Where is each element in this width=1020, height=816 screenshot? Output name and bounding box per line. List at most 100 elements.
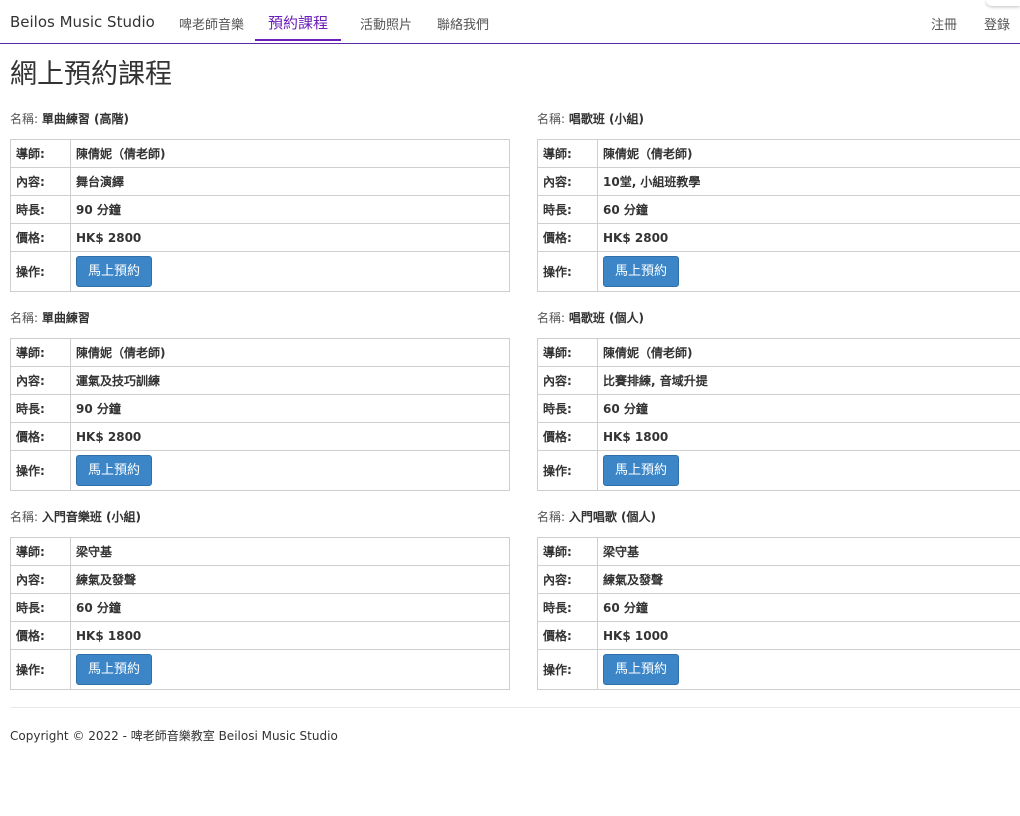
course-name-label: 名稱:	[10, 510, 39, 524]
teacher-label: 導師:	[537, 139, 598, 168]
content-value: 比賽排練, 音域升提	[597, 366, 1020, 395]
table-row: 操作: 馬上預約	[10, 450, 510, 491]
price-label: 價格:	[537, 621, 598, 650]
price-label: 價格:	[10, 422, 71, 451]
nav-link-register[interactable]: 注冊	[931, 14, 957, 33]
price-value: HK$ 1800	[70, 621, 510, 650]
course-card: 名稱: 唱歌班 (小組) 導師: 陳倩妮（倩老師) 內容: 10堂, 小組班教學…	[537, 99, 1020, 292]
book-now-button[interactable]: 馬上預約	[76, 654, 153, 685]
price-value: HK$ 1000	[597, 621, 1020, 650]
teacher-value: 梁守基	[70, 537, 510, 566]
book-now-button[interactable]: 馬上預約	[603, 654, 680, 685]
table-row: 導師: 梁守基	[10, 537, 510, 566]
course-card: 名稱: 單曲練習 導師: 陳倩妮（倩老師) 內容: 運氣及技巧訓練 時長: 90…	[10, 298, 510, 491]
course-details-table: 導師: 陳倩妮（倩老師) 內容: 比賽排練, 音域升提 時長: 60 分鐘 價格…	[537, 338, 1020, 491]
duration-label: 時長:	[537, 195, 598, 224]
table-row: 導師: 陳倩妮（倩老師)	[10, 338, 510, 367]
brand-link[interactable]: Beilos Music Studio	[10, 13, 155, 31]
table-row: 內容: 運氣及技巧訓練	[10, 366, 510, 395]
book-now-button[interactable]: 馬上預約	[76, 256, 153, 287]
table-row: 時長: 90 分鐘	[10, 195, 510, 224]
table-row: 時長: 60 分鐘	[537, 593, 1020, 622]
action-label: 操作:	[10, 649, 71, 690]
table-row: 內容: 練氣及發聲	[537, 565, 1020, 594]
course-name-label: 名稱:	[537, 112, 566, 126]
teacher-label: 導師:	[10, 139, 71, 168]
duration-label: 時長:	[537, 593, 598, 622]
nav-link-booking[interactable]: 預約課程	[255, 12, 342, 41]
nav-link-teacher[interactable]: 啤老師音樂	[179, 14, 244, 33]
course-name-label: 名稱:	[10, 311, 39, 325]
content-value: 練氣及發聲	[597, 565, 1020, 594]
teacher-value: 陳倩妮（倩老師)	[597, 139, 1020, 168]
action-cell: 馬上預約	[597, 251, 1020, 292]
duration-value: 60 分鐘	[597, 394, 1020, 423]
content-label: 內容:	[537, 366, 598, 395]
duration-value: 60 分鐘	[597, 195, 1020, 224]
course-name: 入門音樂班 (小組)	[41, 510, 142, 524]
nav-link-contact[interactable]: 聯絡我們	[437, 14, 489, 33]
course-name-label: 名稱:	[537, 510, 566, 524]
table-row: 內容: 比賽排練, 音域升提	[537, 366, 1020, 395]
duration-value: 90 分鐘	[70, 195, 510, 224]
teacher-value: 陳倩妮（倩老師)	[70, 139, 510, 168]
action-cell: 馬上預約	[597, 649, 1020, 690]
table-row: 價格: HK$ 2800	[10, 223, 510, 252]
nav-link-login[interactable]: 登錄	[984, 14, 1010, 33]
table-row: 價格: HK$ 2800	[537, 223, 1020, 252]
duration-label: 時長:	[10, 195, 71, 224]
course-name: 唱歌班 (個人)	[568, 311, 645, 325]
price-value: HK$ 2800	[597, 223, 1020, 252]
duration-value: 90 分鐘	[70, 394, 510, 423]
price-label: 價格:	[10, 223, 71, 252]
teacher-label: 導師:	[537, 537, 598, 566]
course-details-table: 導師: 陳倩妮（倩老師) 內容: 運氣及技巧訓練 時長: 90 分鐘 價格: H…	[10, 338, 510, 491]
course-details-table: 導師: 陳倩妮（倩老師) 內容: 10堂, 小組班教學 時長: 60 分鐘 價格…	[537, 139, 1020, 292]
teacher-label: 導師:	[10, 338, 71, 367]
book-now-button[interactable]: 馬上預約	[603, 256, 680, 287]
teacher-value: 梁守基	[597, 537, 1020, 566]
content-label: 內容:	[537, 565, 598, 594]
table-row: 操作: 馬上預約	[537, 450, 1020, 491]
table-row: 操作: 馬上預約	[10, 649, 510, 690]
book-now-button[interactable]: 馬上預約	[76, 455, 153, 486]
teacher-label: 導師:	[10, 537, 71, 566]
course-name: 單曲練習 (高階)	[41, 112, 130, 126]
action-label: 操作:	[537, 450, 598, 491]
teacher-value: 陳倩妮（倩老師)	[597, 338, 1020, 367]
table-row: 導師: 梁守基	[537, 537, 1020, 566]
table-row: 操作: 馬上預約	[537, 649, 1020, 690]
duration-label: 時長:	[10, 593, 71, 622]
action-label: 操作:	[10, 251, 71, 292]
table-row: 價格: HK$ 1800	[10, 621, 510, 650]
content-label: 內容:	[10, 366, 71, 395]
nav-link-photos[interactable]: 活動照片	[360, 14, 412, 33]
top-navbar: Beilos Music Studio 啤老師音樂 預約課程 活動照片 聯絡我們…	[0, 0, 1020, 44]
action-label: 操作:	[537, 251, 598, 292]
teacher-value: 陳倩妮（倩老師)	[70, 338, 510, 367]
book-now-button[interactable]: 馬上預約	[603, 455, 680, 486]
action-cell: 馬上預約	[70, 450, 510, 491]
duration-label: 時長:	[10, 394, 71, 423]
course-name: 入門唱歌 (個人)	[568, 510, 657, 524]
course-name-label: 名稱:	[537, 311, 566, 325]
table-row: 價格: HK$ 2800	[10, 422, 510, 451]
course-name-line: 名稱: 單曲練習	[10, 298, 510, 338]
table-row: 導師: 陳倩妮（倩老師)	[537, 338, 1020, 367]
table-row: 導師: 陳倩妮（倩老師)	[537, 139, 1020, 168]
price-label: 價格:	[537, 422, 598, 451]
table-row: 內容: 練氣及發聲	[10, 565, 510, 594]
course-name-line: 名稱: 入門唱歌 (個人)	[537, 497, 1020, 537]
action-cell: 馬上預約	[70, 649, 510, 690]
course-name: 單曲練習	[41, 311, 90, 325]
table-row: 時長: 60 分鐘	[537, 195, 1020, 224]
table-row: 操作: 馬上預約	[537, 251, 1020, 292]
price-value: HK$ 1800	[597, 422, 1020, 451]
duration-value: 60 分鐘	[70, 593, 510, 622]
course-details-table: 導師: 梁守基 內容: 練氣及發聲 時長: 60 分鐘 價格: HK$ 1000…	[537, 537, 1020, 690]
action-label: 操作:	[10, 450, 71, 491]
course-name-line: 名稱: 單曲練習 (高階)	[10, 99, 510, 139]
table-row: 時長: 60 分鐘	[10, 593, 510, 622]
price-label: 價格:	[10, 621, 71, 650]
table-row: 操作: 馬上預約	[10, 251, 510, 292]
